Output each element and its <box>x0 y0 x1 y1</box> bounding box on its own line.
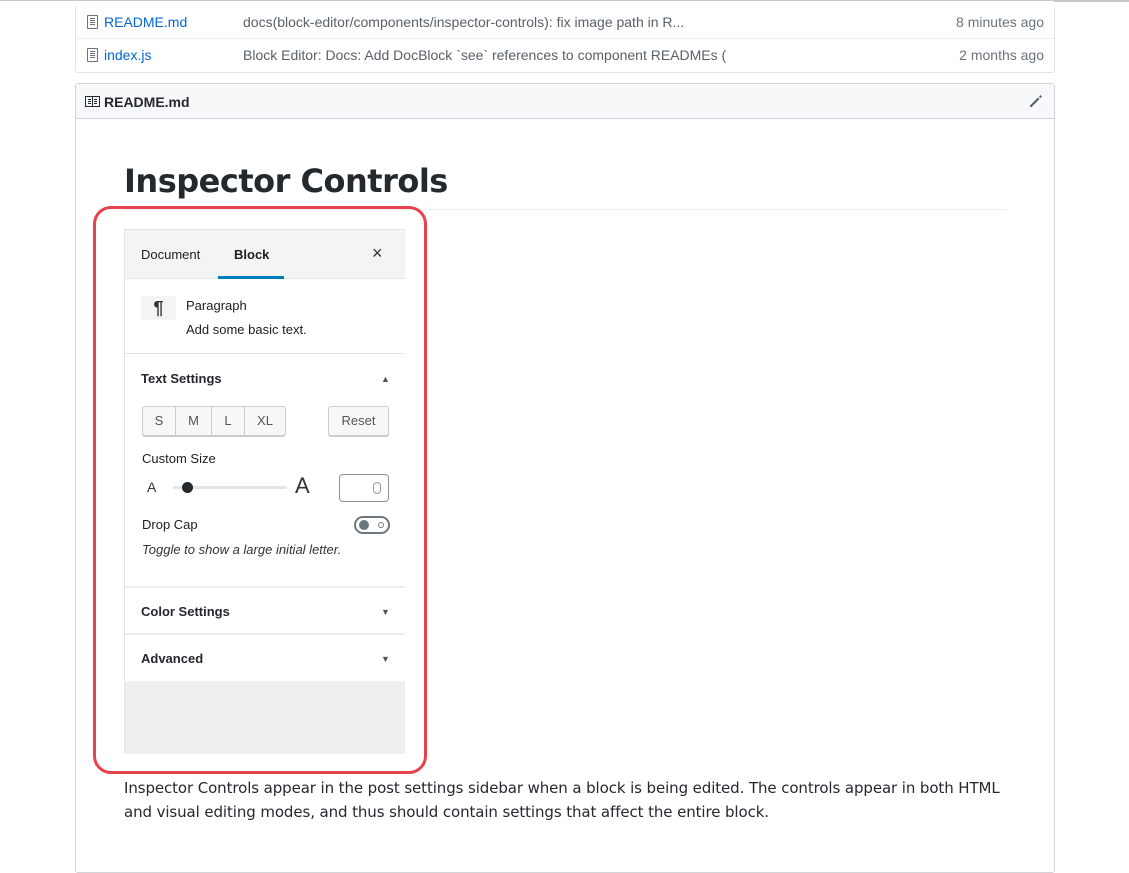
reset-button[interactable]: Reset <box>328 406 389 436</box>
tab-block[interactable]: Block <box>234 247 269 262</box>
caret-up-icon[interactable]: ▲ <box>381 374 390 384</box>
custom-size-label: Custom Size <box>142 451 216 466</box>
caret-down-icon[interactable]: ▼ <box>381 654 390 664</box>
edit-pencil-icon[interactable] <box>1028 93 1044 109</box>
color-settings-title[interactable]: Color Settings <box>141 604 230 619</box>
book-icon <box>85 96 100 107</box>
drop-cap-toggle[interactable] <box>354 516 390 534</box>
large-a-label: A <box>295 473 310 498</box>
divider <box>125 586 405 588</box>
top-border-right <box>1054 0 1129 2</box>
readme-paragraph: Inspector Controls appear in the post se… <box>124 779 1000 821</box>
file-list: README.md docs(block-editor/components/i… <box>75 6 1055 73</box>
spinner-icon[interactable] <box>373 482 381 494</box>
small-a-label: A <box>147 479 157 495</box>
block-card: ¶ Paragraph Add some basic text. <box>125 279 405 354</box>
caret-down-icon[interactable]: ▼ <box>381 607 390 617</box>
commit-age: 2 months ago <box>959 47 1044 63</box>
advanced-title[interactable]: Advanced <box>141 651 203 666</box>
file-row[interactable]: index.js Block Editor: Docs: Add DocBloc… <box>76 39 1054 72</box>
slider-thumb[interactable] <box>181 482 193 493</box>
block-description: Add some basic text. <box>186 322 307 337</box>
block-name: Paragraph <box>186 298 247 313</box>
readme-file-name: README.md <box>104 94 190 110</box>
font-size-picker: S M L XL <box>142 406 286 436</box>
drop-cap-help: Toggle to show a large initial letter. <box>142 542 342 557</box>
size-xl-button[interactable]: XL <box>245 407 285 435</box>
readme-heading: Inspector Controls <box>124 160 1007 210</box>
top-border <box>0 0 1129 1</box>
size-l-button[interactable]: L <box>212 407 245 435</box>
size-m-button[interactable]: M <box>176 407 212 435</box>
panel-empty-area <box>125 681 405 754</box>
readme-header: README.md <box>76 84 1054 119</box>
commit-age: 8 minutes ago <box>956 14 1044 30</box>
file-icon <box>87 48 98 62</box>
text-settings-title[interactable]: Text Settings <box>141 371 222 386</box>
file-name-link[interactable]: README.md <box>104 14 187 30</box>
paragraph-icon: ¶ <box>141 296 176 320</box>
drop-cap-label: Drop Cap <box>142 517 198 532</box>
file-row[interactable]: README.md docs(block-editor/components/i… <box>76 6 1054 39</box>
font-size-slider[interactable] <box>173 482 287 493</box>
toggle-knob <box>359 520 369 530</box>
inspector-panel-image: Document Block × ¶ Paragraph Add some ba… <box>124 229 405 754</box>
commit-message-link[interactable]: Block Editor: Docs: Add DocBlock `see` r… <box>243 47 726 63</box>
commit-message-link[interactable]: docs(block-editor/components/inspector-c… <box>243 14 684 30</box>
file-name-link[interactable]: index.js <box>104 47 151 63</box>
file-icon <box>87 15 98 29</box>
divider <box>125 633 405 635</box>
custom-size-input[interactable] <box>339 474 389 502</box>
tab-document[interactable]: Document <box>141 247 200 262</box>
toggle-off-indicator <box>378 522 384 528</box>
inspector-tabs: Document Block × <box>125 230 405 279</box>
close-icon[interactable]: × <box>372 243 383 263</box>
size-s-button[interactable]: S <box>143 407 176 435</box>
